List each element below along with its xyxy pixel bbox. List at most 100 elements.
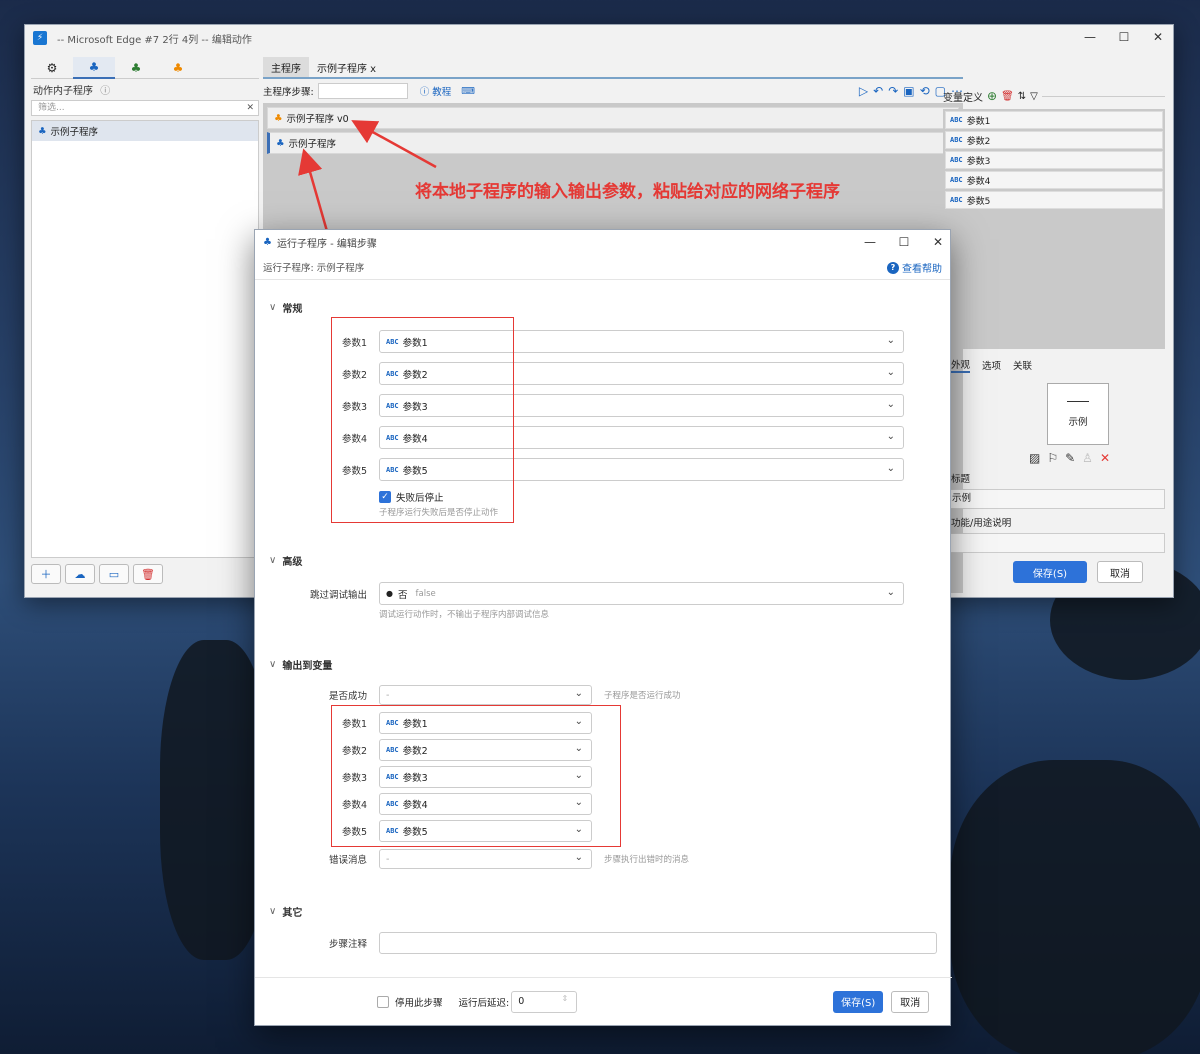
add-button[interactable]: ＋ — [31, 564, 61, 584]
dialog-maximize-button[interactable]: ☐ — [887, 230, 921, 254]
skip-debug-label: 跳过调试输出 — [309, 589, 367, 601]
image-icon[interactable]: ▨ — [1029, 451, 1040, 465]
tab-main-program[interactable]: 主程序 — [263, 57, 309, 77]
subprogram-header-label: 动作内子程序 — [33, 86, 93, 97]
list-item[interactable]: ABC 参数5 — [945, 191, 1163, 209]
dialog-save-button[interactable]: 保存(S) — [833, 990, 884, 1013]
disable-step-checkbox[interactable] — [377, 995, 389, 1008]
highlight-box — [331, 317, 514, 523]
add-variable-icon[interactable]: ⊕ — [987, 89, 997, 103]
dialog-footer: 停用此步骤 运行后延迟: 0 ⇕ 保存(S) 取消 — [255, 977, 952, 1025]
keyboard-icon[interactable]: ⌨ — [461, 86, 475, 97]
minimize-button[interactable]: — — [1073, 25, 1107, 49]
list-item[interactable]: ABC 参数4 — [945, 171, 1163, 189]
section-other[interactable]: ∨ 其它 — [269, 904, 302, 919]
abc-icon: ABC — [950, 156, 963, 164]
dialog-subtitle: 运行子程序: 示例子程序 — [255, 254, 950, 280]
info-icon: ⓘ — [100, 86, 111, 97]
cancel-button[interactable]: 取消 — [1097, 561, 1143, 583]
edit-step-dialog: ♣ 运行子程序 - 编辑步骤 — ☐ ✕ 运行子程序: 示例子程序 ? 查看帮助… — [254, 229, 952, 1026]
step-search-input[interactable] — [317, 83, 408, 99]
variables-header: 变量定义 — [943, 92, 983, 104]
section-advanced[interactable]: ∨ 高级 — [269, 553, 302, 568]
help-icon: ? — [887, 261, 899, 274]
folder-button[interactable]: ▭ — [99, 564, 129, 584]
filter-input[interactable]: 筛选... ✕ — [31, 100, 259, 116]
delete-variable-icon[interactable]: 🗑 — [1001, 91, 1014, 102]
dialog-minimize-button[interactable]: — — [853, 230, 887, 254]
folder-icon: ▭ — [108, 567, 120, 581]
subprogram-icon: ♣ — [38, 125, 47, 137]
section-output[interactable]: ∨ 输出到变量 — [269, 657, 332, 672]
dialog-cancel-button[interactable]: 取消 — [891, 990, 930, 1013]
pen-icon[interactable]: ✎ — [1065, 451, 1075, 465]
tab-settings[interactable]: ⚙ — [31, 57, 73, 79]
description-input[interactable] — [943, 533, 1165, 553]
title-label: 标题 — [951, 474, 971, 485]
shirt-icon[interactable]: ♙ — [1082, 451, 1093, 465]
filter-icon[interactable]: ▽ — [1030, 91, 1038, 102]
sort-icon[interactable]: ⇅ — [1018, 91, 1026, 102]
close-button[interactable]: ✕ — [1141, 25, 1175, 49]
dialog-title: 运行子程序 - 编辑步骤 — [276, 238, 377, 250]
abc-icon: ABC — [950, 136, 963, 144]
history-icon[interactable]: ⟲ — [920, 84, 930, 98]
list-item[interactable]: ABC 参数3 — [945, 151, 1163, 169]
chevron-down-icon: ⌄ — [886, 463, 895, 474]
clear-filter-icon[interactable]: ✕ — [246, 101, 254, 115]
step-item[interactable]: ♣ 示例子程序 v0 — [267, 107, 959, 129]
chevron-down-icon: ⌄ — [886, 587, 895, 598]
variable-name: 参数1 — [966, 116, 991, 127]
variable-list: ABC 参数1 ABC 参数2 ABC 参数3 ABC 参数4 ABC 参数5 — [943, 109, 1165, 349]
comment-label: 步骤注释 — [328, 939, 367, 950]
tab-subprograms-orange[interactable]: ♣ — [157, 57, 199, 79]
error-msg-label: 错误消息 — [328, 855, 367, 866]
remove-icon[interactable]: ✕ — [1100, 451, 1110, 465]
tab-subprograms-green[interactable]: ♣ — [115, 57, 157, 79]
section-general[interactable]: ∨ 常规 — [269, 300, 302, 315]
subprogram-list: ♣ 示例子程序 — [31, 120, 259, 558]
comment-input[interactable] — [379, 932, 937, 954]
step-label: 主程序步骤: — [263, 87, 314, 98]
tab-options[interactable]: 选项 — [982, 358, 1001, 372]
chevron-down-icon: ⌄ — [886, 399, 895, 410]
tab-relations[interactable]: 关联 — [1013, 358, 1032, 372]
flag-icon[interactable]: ⚐ — [1047, 451, 1058, 465]
error-msg-select[interactable]: - ⌄ — [379, 849, 592, 869]
chevron-down-icon: ⌄ — [886, 367, 895, 378]
dialog-close-button[interactable]: ✕ — [921, 230, 955, 254]
skip-debug-select[interactable]: ● 否 false ⌄ — [379, 582, 904, 605]
redo-icon[interactable]: ↷ — [888, 84, 898, 98]
tab-appearance[interactable]: 外观 — [951, 357, 971, 373]
subprogram-blue-icon: ♣ — [88, 60, 100, 74]
variable-name: 参数5 — [966, 196, 991, 207]
delete-button[interactable]: 🗑 — [133, 564, 163, 584]
save-button[interactable]: 保存(S) — [1013, 561, 1087, 583]
title-input[interactable]: 示例 — [943, 489, 1165, 509]
tutorial-label: 教程 — [432, 87, 452, 98]
main-titlebar: ⚡ -- Microsoft Edge #7 2行 4列 -- 编辑动作 — [25, 25, 1173, 51]
undo-icon[interactable]: ↶ — [873, 84, 883, 98]
chevron-down-icon: ⌄ — [574, 852, 583, 863]
list-item[interactable]: ♣ 示例子程序 — [32, 121, 258, 141]
tab-sample-subprogram[interactable]: 示例子程序 x — [309, 57, 384, 77]
list-item[interactable]: ABC 参数2 — [945, 131, 1163, 149]
step-label-text: 示例子程序 v0 — [286, 114, 349, 125]
list-item-label: 示例子程序 — [50, 127, 99, 138]
tutorial-link[interactable]: ⓘ 教程 — [420, 84, 452, 98]
success-select[interactable]: - ⌄ — [379, 685, 592, 705]
tab-subprograms-blue[interactable]: ♣ — [73, 57, 115, 79]
cloud-icon: ☁ — [74, 567, 86, 581]
chevron-down-icon: ⌄ — [886, 335, 895, 346]
list-item[interactable]: ABC 参数1 — [945, 111, 1163, 129]
run-icon[interactable]: ▷ — [859, 84, 868, 98]
skip-debug-hint: 调试运行动作时，不输出子程序内部调试信息 — [379, 610, 550, 620]
delay-input[interactable]: 0 ⇕ — [511, 990, 578, 1013]
stepper-icon[interactable]: ⇕ — [562, 994, 569, 1003]
help-link[interactable]: ? 查看帮助 — [887, 260, 942, 275]
step-item[interactable]: ♣ 示例子程序 — [267, 132, 959, 154]
save-icon[interactable]: ▣ — [903, 84, 914, 98]
cloud-button[interactable]: ☁ — [65, 564, 95, 584]
maximize-button[interactable]: ☐ — [1107, 25, 1141, 49]
app-logo-icon: ⚡ — [33, 31, 47, 45]
